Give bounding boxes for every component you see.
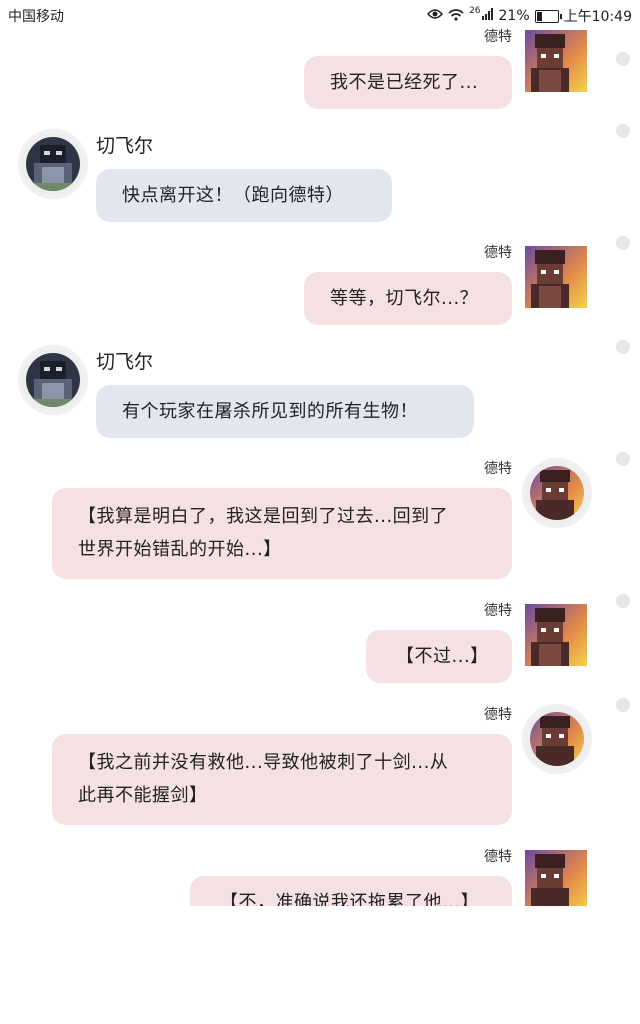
signal-icon	[481, 8, 494, 24]
avatar-image	[525, 30, 587, 92]
avatar-image	[530, 466, 584, 520]
status-dot	[616, 698, 630, 712]
message-bubble[interactable]: 【我之前并没有救他...导致他被刺了十剑...从 此再不能握剑】	[52, 734, 512, 825]
avatar[interactable]	[18, 345, 88, 415]
avatar-image	[530, 712, 584, 766]
status-dot	[616, 340, 630, 354]
sender-name: 德特	[484, 461, 512, 477]
status-dot	[616, 594, 630, 608]
status-dot	[616, 452, 630, 466]
avatar[interactable]	[522, 458, 592, 528]
message-line: 此再不能握剑】	[78, 785, 208, 806]
avatar-image	[26, 137, 80, 191]
status-icons: 26 21% 上午10:49	[427, 6, 632, 26]
sender-name: 德特	[484, 603, 512, 619]
clock: 上午10:49	[563, 9, 632, 25]
status-dot	[616, 52, 630, 66]
status-dot	[616, 124, 630, 138]
sender-name: 德特	[484, 707, 512, 723]
message-bubble[interactable]: 【我算是明白了，我这是回到了过去...回到了 世界开始错乱的开始...】	[52, 488, 512, 579]
avatar-image	[525, 850, 587, 906]
sender-name: 德特	[484, 849, 512, 865]
sender-name: 德特	[484, 245, 512, 261]
avatar[interactable]	[525, 246, 587, 308]
message-line: 世界开始错乱的开始...】	[78, 539, 282, 560]
blank-area	[0, 906, 640, 1024]
wifi-icon	[448, 8, 464, 25]
avatar[interactable]	[18, 129, 88, 199]
sender-name: 切飞尔	[96, 135, 154, 157]
avatar-image	[525, 604, 587, 666]
avatar[interactable]	[522, 704, 592, 774]
avatar[interactable]	[525, 604, 587, 666]
message-bubble[interactable]: 快点离开这！（跑向德特）	[96, 169, 392, 222]
sender-name: 切飞尔	[96, 351, 154, 373]
message-bubble[interactable]: 等等，切飞尔...？	[304, 272, 512, 325]
eye-icon	[427, 8, 444, 24]
message-bubble[interactable]: 【不过...】	[366, 630, 512, 683]
message-line: 【我之前并没有救他...导致他被刺了十剑...从	[78, 752, 449, 773]
battery-icon	[534, 9, 562, 23]
status-dot	[616, 236, 630, 250]
message-bubble[interactable]: 有个玩家在屠杀所见到的所有生物！	[96, 385, 474, 438]
avatar-image	[525, 246, 587, 308]
message-bubble[interactable]: 【不，准确说我还拖累了他...】	[190, 876, 512, 906]
carrier-label: 中国移动	[8, 9, 64, 25]
status-bar: 中国移动 26 21% 上午10:49	[0, 0, 640, 30]
chat-list[interactable]: 德特 我不是已经死了... 切飞尔 快点离开这！（跑向德特） 德特 等等，切飞尔…	[0, 0, 640, 906]
message-bubble[interactable]: 我不是已经死了...	[304, 56, 512, 109]
message-line: 【我算是明白了，我这是回到了过去...回到了	[78, 506, 449, 527]
avatar[interactable]	[525, 850, 587, 906]
network-label: 26	[469, 6, 481, 16]
battery-percent: 21%	[498, 8, 530, 24]
avatar-image	[26, 353, 80, 407]
avatar[interactable]	[525, 30, 587, 92]
